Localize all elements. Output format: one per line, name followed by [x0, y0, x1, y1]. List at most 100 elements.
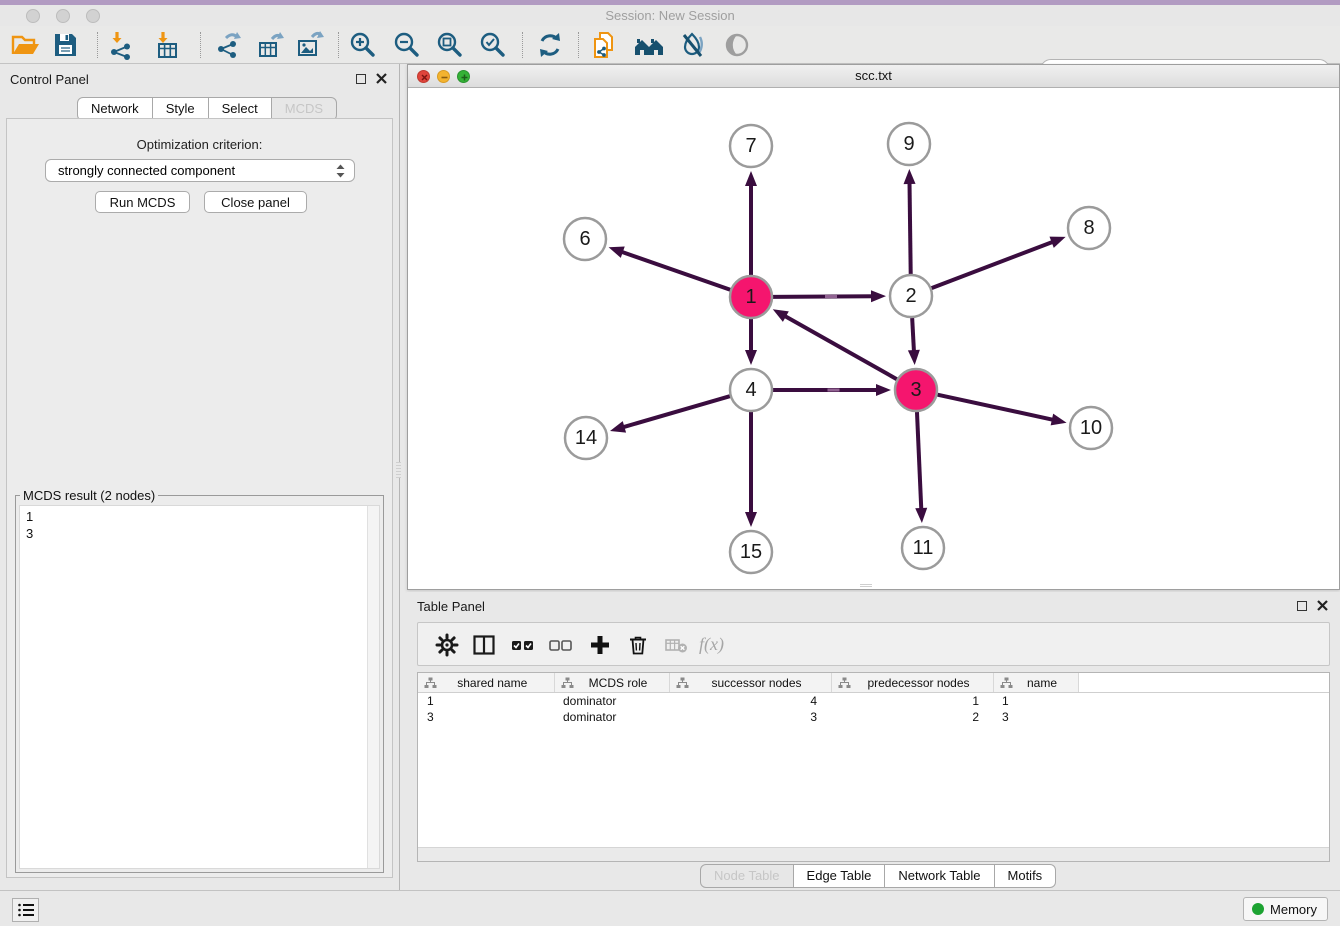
table-row[interactable]: 1dominator411	[418, 693, 1329, 710]
zoom-out-icon[interactable]	[390, 29, 424, 61]
node-6[interactable]: 6	[564, 218, 606, 260]
cell-MCDS-role[interactable]: dominator	[554, 693, 669, 710]
toggle-graphics-details-icon[interactable]	[676, 29, 710, 61]
svg-text:8: 8	[1083, 217, 1094, 239]
duplicate-network-icon[interactable]	[588, 29, 622, 61]
cell-shared-name[interactable]: 1	[418, 693, 554, 710]
edge-3-10[interactable]	[937, 395, 1054, 420]
node-table: shared nameMCDS rolesuccessor nodesprede…	[417, 672, 1330, 862]
edge-arrowhead	[610, 421, 626, 433]
edge-3-1[interactable]	[783, 315, 897, 379]
tab-motifs[interactable]: Motifs	[995, 864, 1057, 888]
task-history-button[interactable]	[12, 898, 39, 922]
open-icon[interactable]	[8, 29, 42, 61]
hierarchy-icon	[838, 677, 851, 689]
svg-text:10: 10	[1080, 417, 1102, 439]
mcds-result-text-area[interactable]: 1 3	[19, 505, 380, 869]
edge-1-6[interactable]	[620, 251, 730, 290]
node-15[interactable]: 15	[730, 531, 772, 573]
memory-status-dot	[1252, 903, 1264, 915]
optimization-criterion-select[interactable]: strongly connected component	[45, 159, 355, 182]
cell-successor-nodes[interactable]: 4	[669, 693, 831, 710]
cell-MCDS-role[interactable]: dominator	[554, 709, 669, 725]
table-panel-float-icon[interactable]	[1297, 601, 1307, 611]
add-column-icon[interactable]	[587, 632, 615, 658]
tab-network-table[interactable]: Network Table	[885, 864, 994, 888]
column-header-MCDS-role[interactable]: MCDS role	[554, 673, 669, 693]
panel-splitter-grip[interactable]	[396, 462, 401, 478]
control-panel-float-icon[interactable]	[356, 74, 366, 84]
edge-arrowhead	[745, 350, 757, 365]
memory-button[interactable]: Memory	[1243, 897, 1328, 921]
hierarchy-icon	[676, 677, 689, 689]
birds-eye-view-icon[interactable]	[720, 29, 754, 61]
export-table-icon[interactable]	[254, 29, 288, 61]
hierarchy-icon	[1000, 677, 1013, 689]
tab-edge-table[interactable]: Edge Table	[794, 864, 886, 888]
edge-3-11[interactable]	[917, 412, 921, 511]
node-3[interactable]: 3	[895, 369, 937, 411]
edge-arrowhead	[773, 309, 789, 322]
run-mcds-button[interactable]: Run MCDS	[95, 191, 190, 213]
column-header-shared-name[interactable]: shared name	[418, 673, 554, 693]
node-1[interactable]: 1	[730, 276, 772, 318]
edge-4-14[interactable]	[622, 396, 730, 428]
control-panel: Control Panel NetworkStyleSelectMCDS Opt…	[0, 64, 400, 890]
delete-trash-icon[interactable]	[625, 632, 653, 658]
network-view-titlebar: scc.txt	[408, 65, 1339, 88]
cell-predecessor-nodes[interactable]: 2	[831, 709, 993, 725]
node-10[interactable]: 10	[1070, 407, 1112, 449]
delete-table-icon[interactable]	[663, 632, 691, 658]
node-9[interactable]: 9	[888, 123, 930, 165]
edge-2-9[interactable]	[909, 181, 910, 274]
cell-successor-nodes[interactable]: 3	[669, 709, 831, 725]
column-header-predecessor-nodes[interactable]: predecessor nodes	[831, 673, 993, 693]
result-scrollbar[interactable]	[367, 506, 379, 868]
export-image-icon[interactable]	[294, 29, 328, 61]
close-panel-button[interactable]: Close panel	[204, 191, 307, 213]
column-header-name[interactable]: name	[993, 673, 1078, 693]
refresh-icon[interactable]	[533, 29, 567, 61]
control-panel-close-icon[interactable]	[376, 73, 387, 84]
node-2[interactable]: 2	[890, 275, 932, 317]
cell-name[interactable]: 1	[993, 693, 1078, 710]
edge-arrowhead	[1049, 237, 1065, 248]
node-11[interactable]: 11	[902, 527, 944, 569]
mcds-result-label: MCDS result (2 nodes)	[20, 488, 158, 503]
zoom-selected-icon[interactable]	[476, 29, 510, 61]
table-row[interactable]: 3dominator323	[418, 709, 1329, 725]
deselect-all-icon[interactable]	[548, 632, 576, 658]
cell-predecessor-nodes[interactable]: 1	[831, 693, 993, 710]
network-view-title: scc.txt	[408, 65, 1339, 87]
export-network-icon[interactable]	[212, 29, 246, 61]
import-network-icon[interactable]	[104, 29, 138, 61]
node-8[interactable]: 8	[1068, 207, 1110, 249]
split-panel-icon[interactable]	[471, 632, 499, 658]
optimization-criterion-value: strongly connected component	[58, 163, 235, 178]
edge-1-2[interactable]	[773, 296, 874, 297]
edge-2-8[interactable]	[932, 241, 1055, 288]
main-toolbar	[0, 26, 1340, 64]
save-icon[interactable]	[48, 29, 82, 61]
canvas-resize-grip[interactable]	[860, 584, 872, 588]
table-panel-close-icon[interactable]	[1317, 600, 1328, 611]
node-7[interactable]: 7	[730, 125, 772, 167]
zoom-fit-icon[interactable]	[433, 29, 467, 61]
table-panel-title: Table Panel	[417, 599, 485, 614]
settings-gear-icon[interactable]	[434, 632, 462, 658]
cell-shared-name[interactable]: 3	[418, 709, 554, 725]
cell-name[interactable]: 3	[993, 709, 1078, 725]
function-builder-icon[interactable]: f(x)	[699, 632, 739, 658]
node-14[interactable]: 14	[565, 417, 607, 459]
zoom-in-icon[interactable]	[346, 29, 380, 61]
table-toolbar: f(x)	[417, 622, 1330, 666]
select-all-icon[interactable]	[510, 632, 538, 658]
edge-2-3[interactable]	[912, 318, 914, 353]
network-canvas[interactable]: 7 9 6 8 1 2 4 3 14 10 15 11	[408, 88, 1339, 589]
tab-node-table[interactable]: Node Table	[700, 864, 794, 888]
first-neighbors-icon[interactable]	[632, 29, 666, 61]
table-hscrollbar[interactable]	[418, 847, 1329, 861]
import-table-icon[interactable]	[150, 29, 184, 61]
node-4[interactable]: 4	[730, 369, 772, 411]
column-header-successor-nodes[interactable]: successor nodes	[669, 673, 831, 693]
